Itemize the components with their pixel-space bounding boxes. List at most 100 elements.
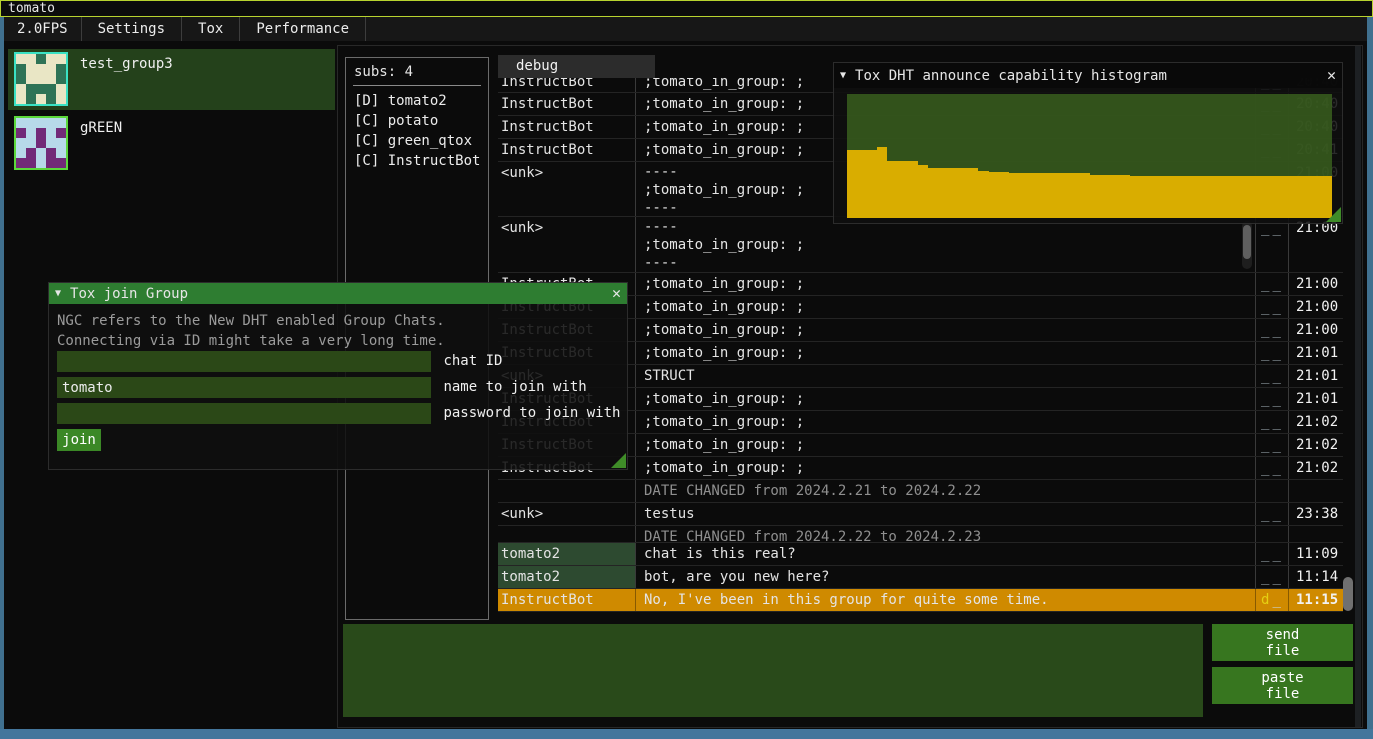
histogram-bar bbox=[928, 168, 938, 218]
collapse-icon[interactable]: ▼ bbox=[840, 70, 846, 81]
close-icon[interactable]: ✕ bbox=[612, 286, 621, 301]
message-time: 21:02 bbox=[1288, 434, 1343, 456]
histogram-bar bbox=[958, 168, 968, 218]
send-file-button[interactable]: send file bbox=[1212, 624, 1353, 661]
avatar-pixel bbox=[56, 94, 66, 104]
sidebar-item-test_group3[interactable]: test_group3 bbox=[8, 49, 335, 110]
message-sender bbox=[498, 480, 635, 502]
message-input[interactable] bbox=[343, 624, 1203, 717]
member-item-green_qtox[interactable]: [C] green_qtox bbox=[354, 131, 484, 151]
histogram-bar bbox=[1191, 176, 1201, 218]
join-group-titlebar[interactable]: ▼ Tox join Group ✕ bbox=[49, 283, 627, 304]
window-frame-left bbox=[0, 17, 4, 729]
avatar-pixel bbox=[26, 74, 36, 84]
message-status: __ bbox=[1255, 543, 1288, 565]
histogram-bar bbox=[989, 172, 999, 218]
status-indicator: _ bbox=[1272, 569, 1283, 585]
status-indicator: _ bbox=[1272, 391, 1283, 407]
histogram-bar bbox=[1231, 176, 1241, 218]
chat-row: <unk>testus__23:38 bbox=[498, 503, 1343, 526]
menu-item-tox[interactable]: Tox bbox=[182, 17, 239, 41]
delivered-indicator: d bbox=[1261, 592, 1272, 608]
join-password-label: password to join with bbox=[443, 403, 620, 424]
histogram-bar bbox=[1100, 175, 1110, 218]
message-text: ;tomato_in_group: ; bbox=[635, 388, 1255, 410]
message-text: ;tomato_in_group: ; bbox=[635, 273, 1255, 295]
avatar-pixel bbox=[36, 158, 46, 168]
avatar-pixel bbox=[26, 64, 36, 74]
avatar-pixel bbox=[16, 84, 26, 94]
avatar-pixel bbox=[36, 84, 46, 94]
avatar-pixel bbox=[36, 128, 46, 138]
avatar-pixel bbox=[26, 158, 36, 168]
histogram-bar bbox=[1241, 176, 1251, 218]
histogram-bar bbox=[1150, 176, 1160, 218]
avatar-pixel bbox=[56, 128, 66, 138]
message-status: __ bbox=[1255, 411, 1288, 433]
histogram-bar bbox=[1292, 176, 1302, 218]
status-indicator: _ bbox=[1261, 506, 1272, 522]
histogram-bar bbox=[918, 165, 928, 218]
histogram-bar bbox=[1221, 176, 1231, 218]
message-sender: <unk> bbox=[498, 217, 635, 272]
message-text: ---- ;tomato_in_group: ; ---- bbox=[635, 217, 1255, 272]
message-sender: InstructBot bbox=[498, 116, 635, 138]
avatar-pixel bbox=[26, 54, 36, 64]
histogram-bar bbox=[1080, 173, 1090, 218]
resize-grip[interactable] bbox=[1326, 207, 1341, 222]
status-indicator: _ bbox=[1272, 368, 1283, 384]
resize-grip[interactable] bbox=[611, 453, 626, 468]
member-item-potato[interactable]: [C] potato bbox=[354, 111, 484, 131]
join-name-input[interactable] bbox=[57, 377, 431, 398]
join-password-input[interactable] bbox=[57, 403, 431, 424]
chat-id-input[interactable] bbox=[57, 351, 431, 372]
sidebar-item-gREEN[interactable]: gREEN bbox=[8, 113, 335, 174]
histogram-bar bbox=[1019, 173, 1029, 218]
message-sender: InstructBot bbox=[498, 139, 635, 161]
status-indicator: _ bbox=[1272, 299, 1283, 315]
histogram-bar bbox=[867, 150, 877, 218]
chat-row: DATE CHANGED from 2024.2.21 to 2024.2.22 bbox=[498, 480, 1343, 503]
member-item-tomato2[interactable]: [D] tomato2 bbox=[354, 91, 484, 111]
message-status: __ bbox=[1255, 296, 1288, 318]
avatar-pixel bbox=[56, 54, 66, 64]
dht-histogram-plot bbox=[847, 94, 1332, 218]
message-time: 21:01 bbox=[1288, 365, 1343, 387]
join-name-label: name to join with bbox=[443, 377, 586, 398]
join-button[interactable]: join bbox=[57, 429, 101, 451]
join-info-line: Connecting via ID might take a very long… bbox=[57, 331, 445, 351]
avatar-pixel bbox=[46, 128, 56, 138]
paste-file-button[interactable]: paste file bbox=[1212, 667, 1353, 704]
status-indicator: _ bbox=[1261, 391, 1272, 407]
status-indicator: _ bbox=[1272, 437, 1283, 453]
menu-item-settings[interactable]: Settings bbox=[82, 17, 181, 41]
group-avatar bbox=[14, 116, 68, 170]
histogram-bar bbox=[1251, 176, 1261, 218]
message-scrollbar[interactable] bbox=[1243, 225, 1251, 259]
avatar-pixel bbox=[36, 118, 46, 128]
histogram-bar bbox=[1261, 176, 1271, 218]
avatar-pixel bbox=[46, 138, 56, 148]
menu-item-performance[interactable]: Performance bbox=[240, 17, 365, 41]
avatar-pixel bbox=[56, 64, 66, 74]
collapse-icon[interactable]: ▼ bbox=[55, 288, 61, 299]
histogram-bar bbox=[999, 172, 1009, 218]
status-indicator: _ bbox=[1261, 368, 1272, 384]
chat-scrollbar[interactable] bbox=[1343, 577, 1353, 611]
avatar-pixel bbox=[16, 118, 26, 128]
status-indicator: _ bbox=[1261, 276, 1272, 292]
avatar-pixel bbox=[46, 64, 56, 74]
avatar-pixel bbox=[16, 94, 26, 104]
close-icon[interactable]: ✕ bbox=[1327, 68, 1336, 83]
histogram-bar bbox=[857, 150, 867, 218]
member-list: [D] tomato2[C] potato[C] green_qtox[C] I… bbox=[354, 91, 484, 171]
dht-histogram-titlebar[interactable]: ▼ Tox DHT announce capability histogram … bbox=[834, 63, 1342, 88]
avatar-pixel bbox=[46, 94, 56, 104]
dht-histogram-window: ▼ Tox DHT announce capability histogram … bbox=[833, 62, 1343, 224]
pane-scrollbar-track[interactable] bbox=[1355, 46, 1361, 727]
member-item-InstructBot[interactable]: [C] InstructBot bbox=[354, 151, 484, 171]
histogram-bar bbox=[1039, 173, 1049, 218]
avatar-pixel bbox=[46, 118, 56, 128]
tab-debug[interactable]: debug bbox=[498, 55, 655, 78]
histogram-bar bbox=[1282, 176, 1292, 218]
